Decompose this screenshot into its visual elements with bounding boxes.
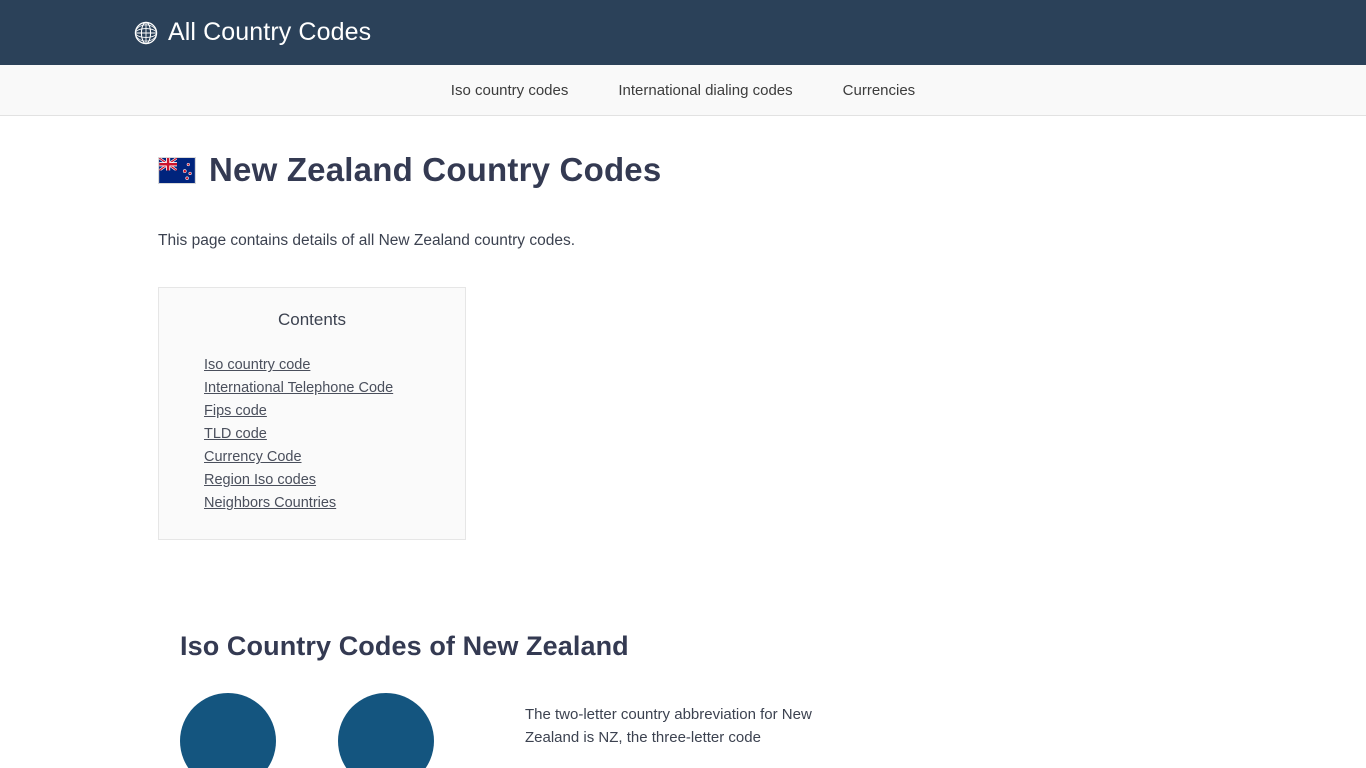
list-item: Region Iso codes — [204, 469, 465, 492]
contents-link-currency-code[interactable]: Currency Code — [204, 446, 302, 469]
list-item: Iso country code — [204, 354, 465, 377]
iso-section-heading: Iso Country Codes of New Zealand — [180, 631, 629, 662]
contents-link-international-telephone-code[interactable]: International Telephone Code — [204, 377, 393, 400]
contents-link-region-iso-codes[interactable]: Region Iso codes — [204, 469, 316, 492]
brand-title: All Country Codes — [168, 18, 372, 46]
list-item: Currency Code — [204, 446, 465, 469]
iso-two-letter-code-circle — [180, 693, 276, 768]
contents-heading: Contents — [277, 309, 347, 329]
main-navigation: Iso country codes International dialing … — [0, 65, 1366, 116]
list-item: International Telephone Code — [204, 377, 465, 400]
nav-item-currencies[interactable]: Currencies — [826, 83, 933, 98]
page-content: New Zealand Country Codes This page cont… — [0, 116, 1366, 768]
globe-icon — [134, 21, 158, 44]
contents-link-fips-code[interactable]: Fips code — [204, 400, 267, 423]
page-title: New Zealand Country Codes — [209, 151, 662, 188]
page-title-row: New Zealand Country Codes — [158, 151, 1366, 188]
nav-item-international-dialing-codes[interactable]: International dialing codes — [601, 83, 809, 98]
list-item: Neighbors Countries — [204, 492, 465, 515]
nav-item-iso-country-codes[interactable]: Iso country codes — [434, 83, 586, 98]
contents-list: Iso country code International Telephone… — [159, 354, 465, 515]
contents-box: Contents Iso country code International … — [158, 286, 466, 541]
contents-link-iso-country-code[interactable]: Iso country code — [204, 354, 310, 377]
page-intro-text: This page contains details of all New Ze… — [158, 232, 576, 250]
list-item: TLD code — [204, 423, 465, 446]
iso-country-codes-section: Iso Country Codes of New Zealand The two… — [158, 540, 1366, 768]
contents-link-neighbors-countries[interactable]: Neighbors Countries — [204, 492, 336, 515]
new-zealand-flag-icon — [158, 156, 196, 184]
brand-home-link[interactable]: All Country Codes — [133, 20, 371, 46]
contents-link-tld-code[interactable]: TLD code — [204, 423, 267, 446]
list-item: Fips code — [204, 400, 465, 423]
iso-three-letter-code-circle — [338, 693, 434, 768]
iso-section-content: The two-letter country abbreviation for … — [180, 662, 1366, 768]
site-header: All Country Codes — [0, 0, 1366, 65]
iso-section-body-text: The two-letter country abbreviation for … — [525, 706, 812, 747]
